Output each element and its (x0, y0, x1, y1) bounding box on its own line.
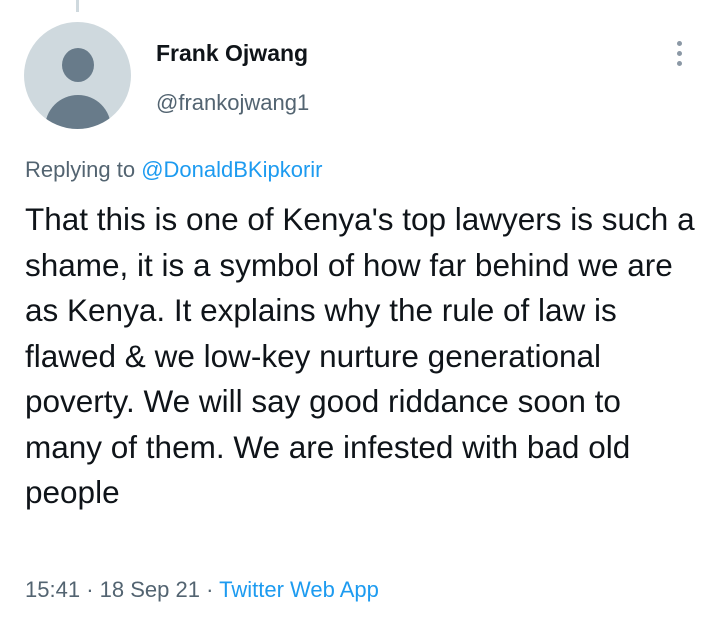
avatar[interactable] (24, 22, 131, 129)
tweet-time[interactable]: 15:41 (25, 577, 80, 602)
thread-connector-line (76, 0, 79, 12)
meta-separator: · (206, 577, 214, 602)
more-options-icon[interactable] (668, 38, 692, 70)
reply-mention-link[interactable]: @DonaldBKipkorir (141, 157, 322, 182)
default-profile-icon-body (45, 95, 111, 129)
more-dot (677, 51, 682, 56)
tweet-source-link[interactable]: Twitter Web App (219, 577, 379, 602)
tweet-date[interactable]: 18 Sep 21 (100, 577, 200, 602)
author-display-name[interactable]: Frank Ojwang (156, 40, 308, 67)
replying-to-label: Replying to (25, 157, 136, 182)
more-dot (677, 41, 682, 46)
meta-separator: · (86, 577, 94, 602)
author-handle[interactable]: @frankojwang1 (156, 90, 309, 116)
tweet-card: Frank Ojwang @frankojwang1 Replying to @… (0, 0, 720, 619)
replying-to-line: Replying to @DonaldBKipkorir (25, 157, 323, 183)
tweet-meta: 15:41 · 18 Sep 21 · Twitter Web App (25, 577, 379, 603)
more-dot (677, 61, 682, 66)
default-profile-icon (62, 48, 94, 82)
tweet-text: That this is one of Kenya's top lawyers … (25, 201, 695, 510)
